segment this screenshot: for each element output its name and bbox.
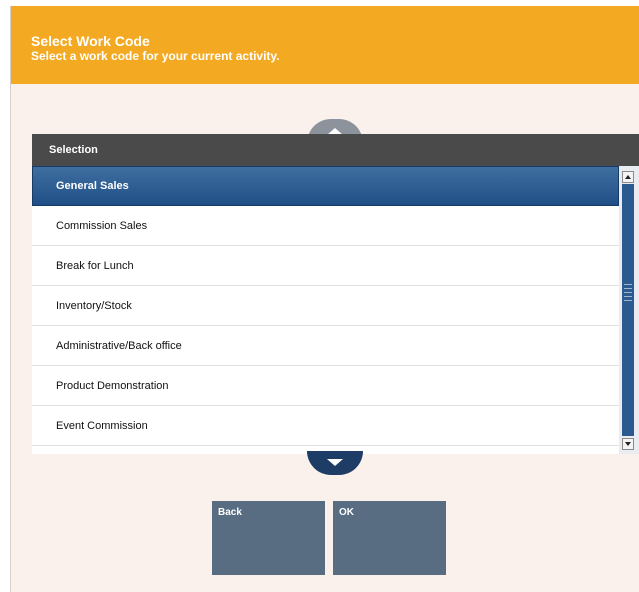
list-item-administrative-back-office[interactable]: Administrative/Back office xyxy=(32,326,619,366)
list-rows: General Sales Commission Sales Break for… xyxy=(32,166,619,454)
list-scrollbar[interactable] xyxy=(619,166,639,454)
header-banner: Select Work Code Select a work code for … xyxy=(11,6,639,84)
grip-icon xyxy=(624,284,632,304)
scrollbar-track[interactable] xyxy=(622,184,634,436)
list-item-general-sales[interactable]: General Sales xyxy=(32,166,619,206)
list-item-commission-sales[interactable]: Commission Sales xyxy=(32,206,619,246)
work-code-list: Selection General Sales Commission Sales… xyxy=(32,134,639,454)
scroll-down-arrow-icon xyxy=(625,442,631,446)
ok-button[interactable]: OK xyxy=(333,501,446,575)
list-item-product-demonstration[interactable]: Product Demonstration xyxy=(32,366,619,406)
list-item-break-for-lunch[interactable]: Break for Lunch xyxy=(32,246,619,286)
list-item-event-commission[interactable]: Event Commission xyxy=(32,406,619,446)
scroll-up-arrow-icon xyxy=(625,175,631,179)
page-subtitle: Select a work code for your current acti… xyxy=(31,49,280,63)
list-item-inventory-stock[interactable]: Inventory/Stock xyxy=(32,286,619,326)
list-column-header: Selection xyxy=(32,134,639,166)
scroll-down-button[interactable] xyxy=(307,451,363,475)
page-title: Select Work Code xyxy=(31,33,150,49)
work-code-screen: Select Work Code Select a work code for … xyxy=(10,6,639,592)
scrollbar-thumb[interactable] xyxy=(622,184,634,436)
scrollbar-up-button[interactable] xyxy=(622,171,634,183)
chevron-down-icon xyxy=(327,459,343,466)
back-button[interactable]: Back xyxy=(212,501,325,575)
scrollbar-down-button[interactable] xyxy=(622,438,634,450)
